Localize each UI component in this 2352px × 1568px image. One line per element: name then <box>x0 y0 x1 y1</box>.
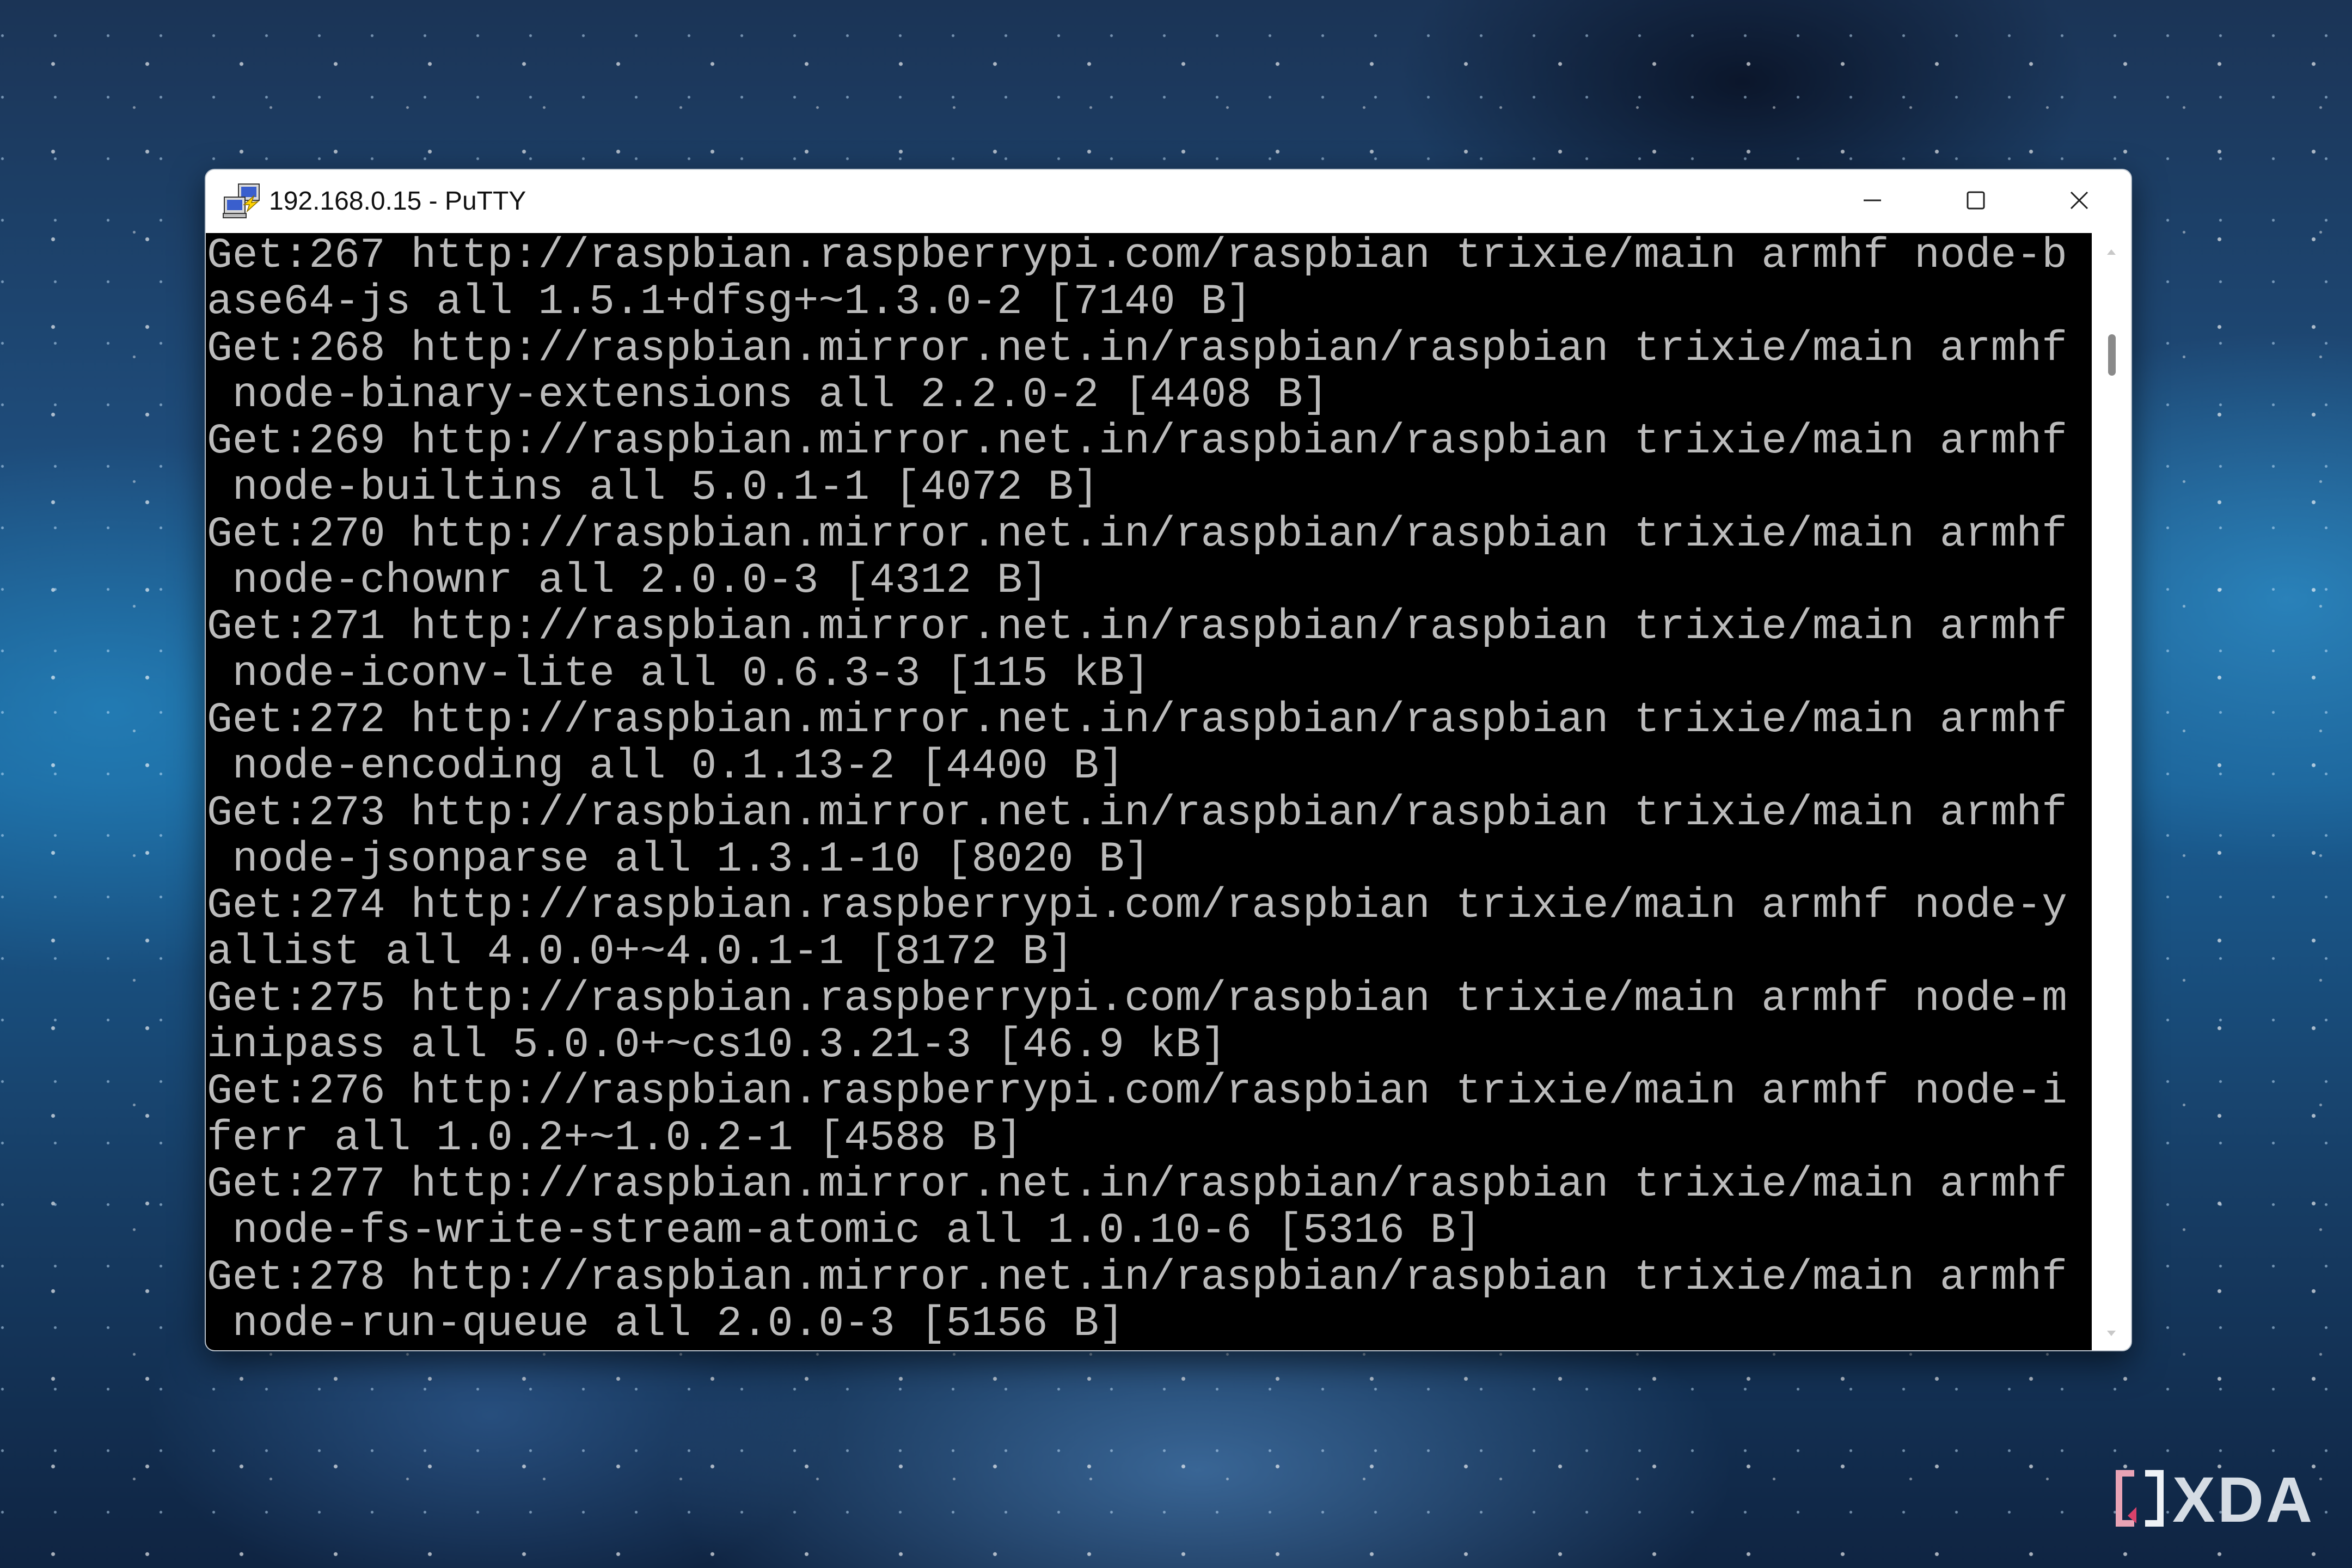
terminal-line: node-jsonparse all 1.3.1-10 [8020 B] <box>207 836 1150 884</box>
putty-computers-icon[interactable] <box>222 183 261 220</box>
terminal-line: node-fs-write-stream-atomic all 1.0.10-6… <box>207 1208 1481 1255</box>
terminal-line: Get:275 http://raspbian.raspberrypi.com/… <box>207 976 2067 1023</box>
terminal-line: node-run-queue all 2.0.0-3 [5156 B] <box>207 1301 1125 1348</box>
terminal-line: ase64-js all 1.5.1+dfsg+~1.3.0-2 [7140 B… <box>207 279 1252 326</box>
vertical-scrollbar[interactable] <box>2092 233 2131 1350</box>
terminal-line: node-encoding all 0.1.13-2 [4400 B] <box>207 744 1125 791</box>
terminal-line: Get:276 http://raspbian.raspberrypi.com/… <box>207 1069 2067 1116</box>
scrollbar-thumb[interactable] <box>2108 334 2116 376</box>
xda-watermark: XDA <box>2112 1464 2314 1536</box>
close-button[interactable] <box>2028 170 2131 233</box>
terminal-line: Get:268 http://raspbian.mirror.net.in/ra… <box>207 326 2067 372</box>
xda-bracket-logo-icon <box>2112 1469 2167 1531</box>
minimize-button[interactable] <box>1821 170 1924 233</box>
terminal-line: Get:272 http://raspbian.mirror.net.in/ra… <box>207 697 2067 744</box>
scroll-up-arrow-icon[interactable] <box>2107 249 2116 255</box>
minimize-icon <box>1863 191 1882 212</box>
terminal-line: Get:270 http://raspbian.mirror.net.in/ra… <box>207 511 2067 559</box>
terminal-line: Get:267 http://raspbian.raspberrypi.com/… <box>207 233 2067 280</box>
maximize-icon <box>1966 191 1986 212</box>
maximize-button[interactable] <box>1924 170 2028 233</box>
terminal-line: node-builtins all 5.0.1-1 [4072 B] <box>207 465 1099 512</box>
terminal-line: Get:271 http://raspbian.mirror.net.in/ra… <box>207 604 2067 651</box>
terminal-line: node-binary-extensions all 2.2.0-2 [4408… <box>207 372 1328 419</box>
close-icon <box>2069 191 2089 212</box>
terminal-lines: Get:267 http://raspbian.raspberrypi.com/… <box>206 233 2092 1347</box>
terminal-line: node-iconv-lite all 0.6.3-3 [115 kB] <box>207 651 1150 697</box>
title-bar[interactable]: 192.168.0.15 - PuTTY <box>206 170 2131 233</box>
window-title: 192.168.0.15 - PuTTY <box>269 187 526 216</box>
terminal-line: allist all 4.0.0+~4.0.1-1 [8172 B] <box>207 929 1074 976</box>
terminal-line: Get:273 http://raspbian.mirror.net.in/ra… <box>207 790 2067 837</box>
terminal-output[interactable]: Get:267 http://raspbian.raspberrypi.com/… <box>206 233 2092 1350</box>
terminal-line: ferr all 1.0.2+~1.0.2-1 [4588 B] <box>207 1115 1022 1162</box>
xda-watermark-text: XDA <box>2172 1464 2315 1536</box>
terminal-line: Get:274 http://raspbian.raspberrypi.com/… <box>207 883 2067 930</box>
terminal-line: Get:269 http://raspbian.mirror.net.in/ra… <box>207 419 2067 465</box>
scroll-down-arrow-icon[interactable] <box>2107 1331 2116 1336</box>
terminal-line: Get:278 http://raspbian.mirror.net.in/ra… <box>207 1254 2067 1301</box>
terminal-line: Get:277 http://raspbian.mirror.net.in/ra… <box>207 1161 2067 1209</box>
terminal-line: node-chownr all 2.0.0-3 [4312 B] <box>207 558 1048 605</box>
putty-window: 192.168.0.15 - PuTTY Get:267 http://rasp… <box>205 169 2132 1351</box>
terminal-line: inipass all 5.0.0+~cs10.3.21-3 [46.9 kB] <box>207 1022 1227 1069</box>
